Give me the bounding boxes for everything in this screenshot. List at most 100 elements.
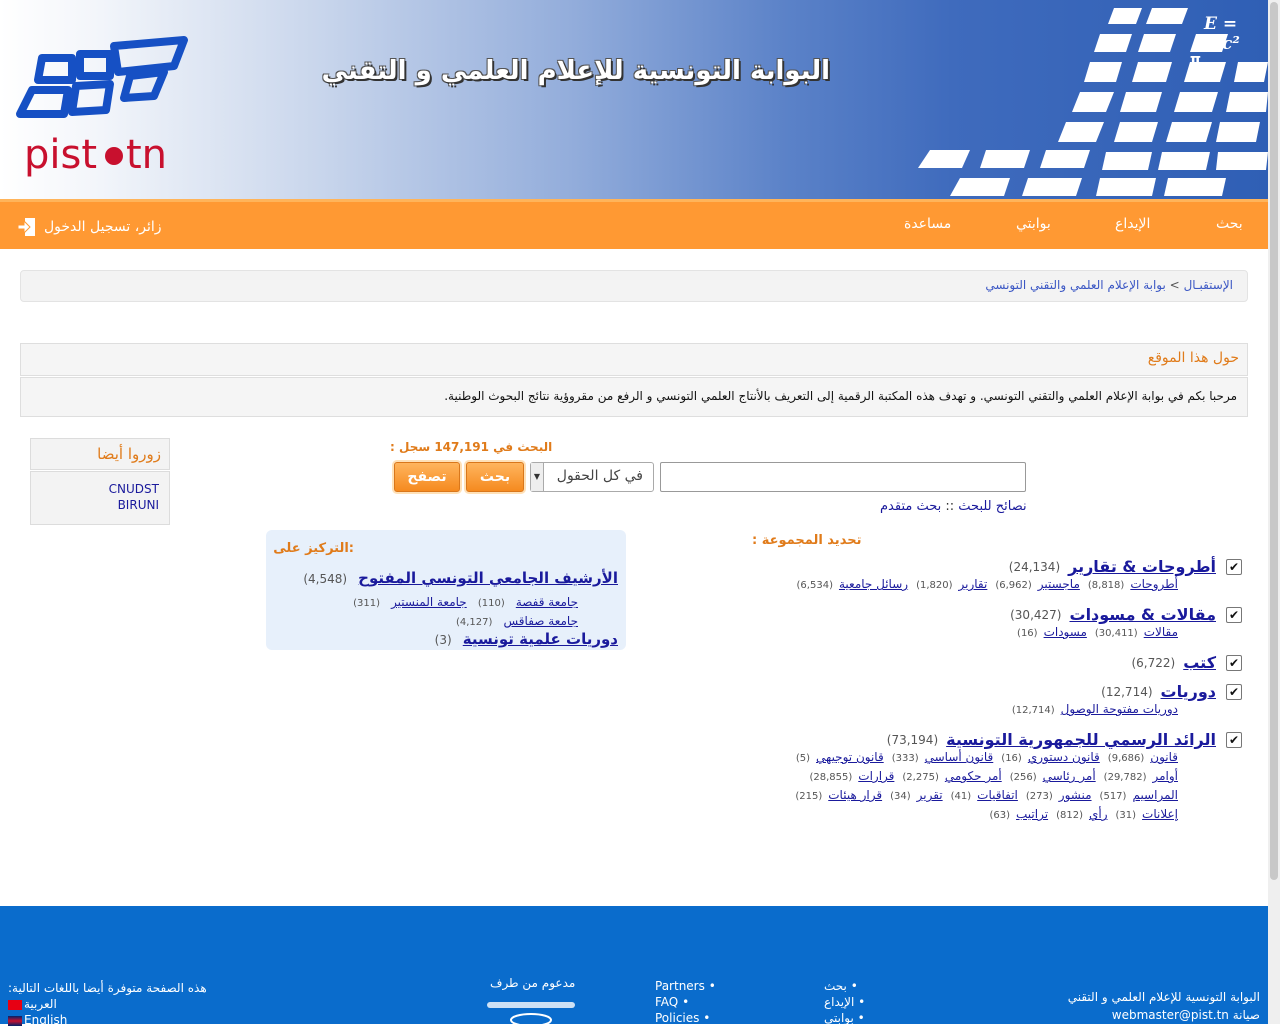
collection-link[interactable]: دوريات bbox=[1161, 682, 1216, 701]
focus-heading: :التركيز على bbox=[273, 541, 354, 556]
subcollection-link[interactable]: قانون توجيهي bbox=[816, 750, 884, 764]
login-link[interactable]: زائر، تسجيل الدخول bbox=[16, 216, 162, 238]
visit-link-biruni[interactable]: BIRUNI bbox=[41, 497, 159, 513]
focus-journals-count: (3) bbox=[434, 633, 452, 647]
subcollection-link[interactable]: أطروحات bbox=[1130, 577, 1178, 591]
formula-text: E = mc² bbox=[1204, 14, 1240, 54]
subcollection-link[interactable]: قانون أساسي bbox=[925, 750, 994, 764]
visit-also-heading: زوروا أيضا bbox=[30, 438, 170, 470]
collection-row: ✔ أطروحات & تقارير (24,134) bbox=[1009, 557, 1242, 576]
subcollection-link[interactable]: رسائل جامعية bbox=[839, 577, 908, 591]
subcollection-link[interactable]: أوامر bbox=[1152, 769, 1178, 783]
focus-sub-link[interactable]: جامعة المنستير bbox=[391, 595, 467, 609]
focus-sub-count: (110) bbox=[477, 598, 505, 609]
subcollection-link[interactable]: قانون bbox=[1150, 750, 1178, 764]
nav-my-portal[interactable]: بوابتي bbox=[1016, 216, 1051, 232]
subcollection-link[interactable]: تقرير bbox=[917, 788, 943, 802]
subcollection-count: (517) bbox=[1099, 791, 1127, 802]
subcollection-link[interactable]: دوريات مفتوحة الوصول bbox=[1061, 702, 1178, 716]
collection-checkbox[interactable]: ✔ bbox=[1226, 654, 1242, 671]
scrollbar-thumb[interactable] bbox=[1270, 2, 1278, 880]
focus-archive-count: (4,548) bbox=[303, 572, 348, 586]
collection-checkbox[interactable]: ✔ bbox=[1226, 731, 1242, 748]
search-field-select[interactable]: في كل الحقول ▼ bbox=[530, 462, 654, 492]
collections-heading: تحديد المجموعة : bbox=[752, 533, 862, 548]
footer-links-primary: بحث الإيداع بوابتي bbox=[824, 978, 865, 1026]
breadcrumb: الإستقبـال > بوابة الإعلام العلمي والتقن… bbox=[20, 270, 1248, 302]
collection-count: (12,714) bbox=[1101, 684, 1153, 699]
breadcrumb-home[interactable]: الإستقبـال bbox=[1184, 278, 1233, 292]
focus-journals-row: دوريات علمية تونسية (3) bbox=[435, 629, 618, 648]
collection-checkbox[interactable]: ✔ bbox=[1226, 606, 1242, 623]
subcollection-count: (215) bbox=[795, 791, 823, 802]
collection-link[interactable]: الرائد الرسمي للجمهورية التونسية bbox=[946, 730, 1216, 749]
footer-link-deposit[interactable]: الإيداع bbox=[824, 995, 854, 1009]
footer-languages-label: هذه الصفحة متوفرة أيضا باللغات التالية: bbox=[8, 981, 207, 995]
subcollection-count: (29,782) bbox=[1103, 772, 1147, 783]
collection-checkbox[interactable]: ✔ bbox=[1226, 683, 1242, 700]
subcollection-link[interactable]: المراسيم bbox=[1132, 788, 1178, 802]
advanced-search-link[interactable]: بحث متقدم bbox=[880, 499, 941, 514]
subcollection-count: (31) bbox=[1115, 810, 1137, 821]
subcollection-count: (9,686) bbox=[1107, 753, 1145, 764]
footer-link-partners[interactable]: Partners bbox=[655, 979, 705, 993]
footer-link-faq[interactable]: FAQ bbox=[655, 995, 678, 1009]
subcollection-link[interactable]: تراتيب bbox=[1016, 807, 1048, 821]
subcollection-link[interactable]: اتفاقيات bbox=[977, 788, 1018, 802]
search-tips-link[interactable]: نصائح للبحث bbox=[958, 499, 1026, 514]
subcollection-link[interactable]: قرار هيئات bbox=[828, 788, 882, 802]
footer-links-secondary: Partners FAQ Policies bbox=[655, 978, 716, 1026]
visit-link-cnudst[interactable]: CNUDST bbox=[41, 481, 159, 497]
nav-help[interactable]: مساعدة bbox=[904, 216, 951, 232]
collection-row: ✔ الرائد الرسمي للجمهورية التونسية (73,194… bbox=[887, 730, 1242, 749]
subcollection-link[interactable]: رأي bbox=[1089, 807, 1108, 821]
ministry-logo[interactable] bbox=[483, 998, 579, 1024]
footer-link-policies[interactable]: Policies bbox=[655, 1011, 699, 1025]
pist-logo[interactable]: pist tn bbox=[14, 18, 194, 183]
nav-deposit[interactable]: الإيداع bbox=[1115, 216, 1150, 232]
focus-sub-link[interactable]: جامعة صفاقس bbox=[504, 614, 579, 628]
focus-sub-row: جامعة قفصة (110) جامعة المنستير (311) bbox=[347, 591, 578, 610]
subcollection-link[interactable]: مقالات bbox=[1144, 625, 1178, 639]
collection-link[interactable]: مقالات & مسودات bbox=[1069, 605, 1216, 624]
language-english[interactable]: English bbox=[24, 1013, 67, 1027]
svg-text:π: π bbox=[1190, 52, 1201, 68]
footer-webmaster-email[interactable]: webmaster@pist.tn bbox=[1112, 1008, 1229, 1022]
footer-link-my-portal[interactable]: بوابتي bbox=[824, 1011, 854, 1025]
collection-count: (73,194) bbox=[886, 732, 939, 747]
subcollection-link[interactable]: منشور bbox=[1059, 788, 1092, 802]
collection-checkbox[interactable]: ✔ bbox=[1226, 558, 1242, 575]
subcollection-link[interactable]: مسودات bbox=[1044, 625, 1087, 639]
browse-button[interactable]: تصفح bbox=[394, 462, 460, 492]
page-scrollbar[interactable] bbox=[1268, 0, 1280, 1024]
search-field-value[interactable]: في كل الحقول bbox=[557, 468, 643, 484]
collection-link[interactable]: كتب bbox=[1183, 653, 1216, 672]
search-input[interactable] bbox=[660, 462, 1026, 492]
login-icon[interactable] bbox=[16, 216, 38, 238]
focus-archive-link[interactable]: الأرشيف الجامعي التونسي المفتوح bbox=[358, 569, 618, 587]
breadcrumb-current: بوابة الإعلام العلمي والتقني التونسي bbox=[985, 278, 1166, 292]
subcollection-link[interactable]: تقارير bbox=[959, 577, 988, 591]
subcollection-count: (34) bbox=[890, 791, 911, 802]
subcollection-count: (333) bbox=[891, 753, 919, 764]
login-text[interactable]: زائر، تسجيل الدخول bbox=[44, 219, 162, 235]
subcollection-link[interactable]: ماجستير bbox=[1038, 577, 1080, 591]
focus-sub-link[interactable]: جامعة قفصة bbox=[516, 595, 578, 609]
subcollection-link[interactable]: إعلانات bbox=[1142, 807, 1178, 821]
footer-maintenance-label: صيانة bbox=[1232, 1008, 1260, 1022]
subcollection-link[interactable]: أمر حكومي bbox=[945, 769, 1002, 783]
subcollection-link[interactable]: قانون دستوري bbox=[1028, 750, 1100, 764]
subcollection-link[interactable]: أمر رئاسي bbox=[1043, 769, 1096, 783]
collection-link[interactable]: أطروحات & تقارير bbox=[1068, 557, 1216, 576]
nav-search[interactable]: بحث bbox=[1216, 216, 1243, 232]
focus-sub-count: (4,127) bbox=[455, 617, 493, 628]
subcollection-count: (12,714) bbox=[1011, 705, 1055, 716]
subcollection-row: مقالات (30,411) مسودات (16) bbox=[1009, 625, 1178, 639]
search-button[interactable]: بحث bbox=[466, 462, 524, 492]
language-arabic[interactable]: العربية bbox=[24, 997, 57, 1011]
dropdown-arrow-icon[interactable]: ▼ bbox=[531, 463, 544, 491]
footer-site-name: البوابة التونسية للإعلام العلمي و التقني bbox=[1067, 990, 1260, 1004]
focus-journals-link[interactable]: دوريات علمية تونسية bbox=[463, 630, 618, 648]
footer-link-search[interactable]: بحث bbox=[824, 979, 847, 993]
subcollection-link[interactable]: قرارات bbox=[858, 769, 894, 783]
